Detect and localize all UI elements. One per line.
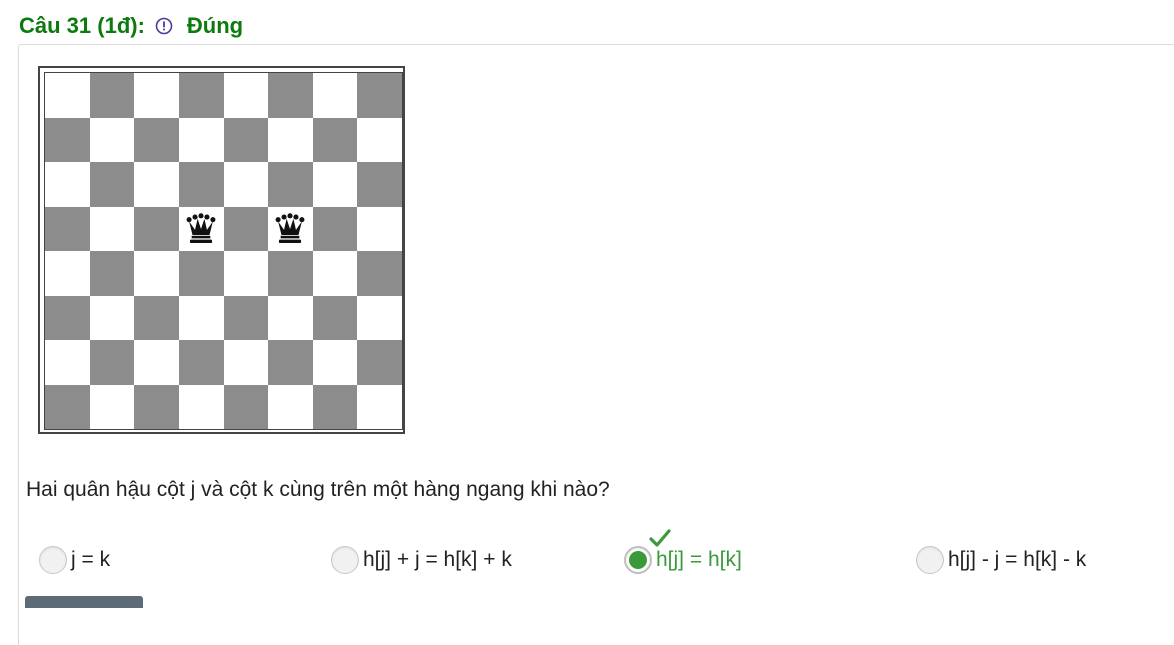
question-prompt: Hai quân hậu cột j và cột k cùng trên mộ…	[26, 478, 610, 501]
board-square	[357, 162, 402, 207]
board-square	[357, 117, 402, 162]
answer-status: Đúng	[186, 13, 244, 38]
board-square	[312, 206, 358, 251]
board-square	[223, 73, 269, 118]
board-square	[89, 73, 135, 118]
question-header: Câu 31 (1đ): Đúng	[19, 10, 243, 42]
checkmark-icon	[648, 528, 672, 554]
board-square	[357, 295, 402, 340]
option-label: j = k	[71, 548, 111, 571]
board-square	[357, 251, 402, 296]
board-square	[134, 295, 179, 340]
option-radio[interactable]	[39, 546, 67, 574]
board-square	[89, 295, 135, 340]
board-square	[357, 73, 402, 118]
board-square	[178, 73, 224, 118]
board-square	[89, 162, 135, 207]
board-square	[89, 384, 135, 429]
board-square	[178, 117, 224, 162]
board-square	[89, 206, 135, 251]
board-square	[45, 251, 90, 296]
board-square	[134, 384, 179, 429]
board-square	[134, 73, 179, 118]
board-square	[357, 206, 402, 251]
option-3[interactable]: h[j] = h[k]	[624, 529, 742, 580]
board-square	[223, 251, 269, 296]
board-square	[223, 117, 269, 162]
board-square	[89, 251, 135, 296]
board-square	[134, 340, 179, 385]
board-square	[45, 340, 90, 385]
board-square	[134, 251, 179, 296]
board-square	[223, 340, 269, 385]
board-square	[223, 162, 269, 207]
board-square	[312, 295, 358, 340]
board-square	[268, 340, 313, 385]
board-square	[45, 73, 90, 118]
board-square	[45, 162, 90, 207]
board-square	[45, 206, 90, 251]
option-1[interactable]: j = k	[39, 540, 110, 580]
board-square	[134, 117, 179, 162]
board-square	[357, 384, 402, 429]
board-square	[178, 384, 224, 429]
board-square	[178, 251, 224, 296]
board-square	[312, 384, 358, 429]
board-square	[134, 162, 179, 207]
board-square	[268, 206, 313, 251]
option-radio[interactable]	[331, 546, 359, 574]
board-square	[357, 340, 402, 385]
board-square	[223, 206, 269, 251]
board-square	[134, 206, 179, 251]
chessboard	[38, 66, 405, 434]
board-square	[268, 384, 313, 429]
board-square	[223, 295, 269, 340]
board-square	[312, 162, 358, 207]
submit-button[interactable]	[25, 596, 143, 608]
board-square	[89, 117, 135, 162]
board-square	[268, 117, 313, 162]
queen-icon	[186, 213, 216, 243]
question-title: Câu 31 (1đ):	[19, 13, 145, 38]
option-label: h[j] - j = h[k] - k	[948, 548, 1087, 571]
board-square	[268, 295, 313, 340]
board-square	[312, 73, 358, 118]
option-radio[interactable]	[916, 546, 944, 574]
board-square	[178, 206, 224, 251]
option-2[interactable]: h[j] + j = h[k] + k	[331, 540, 512, 580]
chessboard-grid	[44, 72, 403, 430]
queen-icon	[275, 213, 305, 243]
board-square	[312, 340, 358, 385]
board-square	[268, 73, 313, 118]
board-square	[89, 340, 135, 385]
board-square	[178, 340, 224, 385]
board-square	[312, 117, 358, 162]
option-4[interactable]: h[j] - j = h[k] - k	[916, 540, 1086, 580]
board-square	[223, 384, 269, 429]
board-square	[268, 162, 313, 207]
info-circle-icon[interactable]	[155, 17, 173, 35]
board-square	[45, 295, 90, 340]
board-square	[268, 251, 313, 296]
board-square	[312, 251, 358, 296]
board-square	[178, 162, 224, 207]
board-square	[45, 117, 90, 162]
option-label: h[j] + j = h[k] + k	[363, 548, 512, 571]
board-square	[45, 384, 90, 429]
board-square	[178, 295, 224, 340]
